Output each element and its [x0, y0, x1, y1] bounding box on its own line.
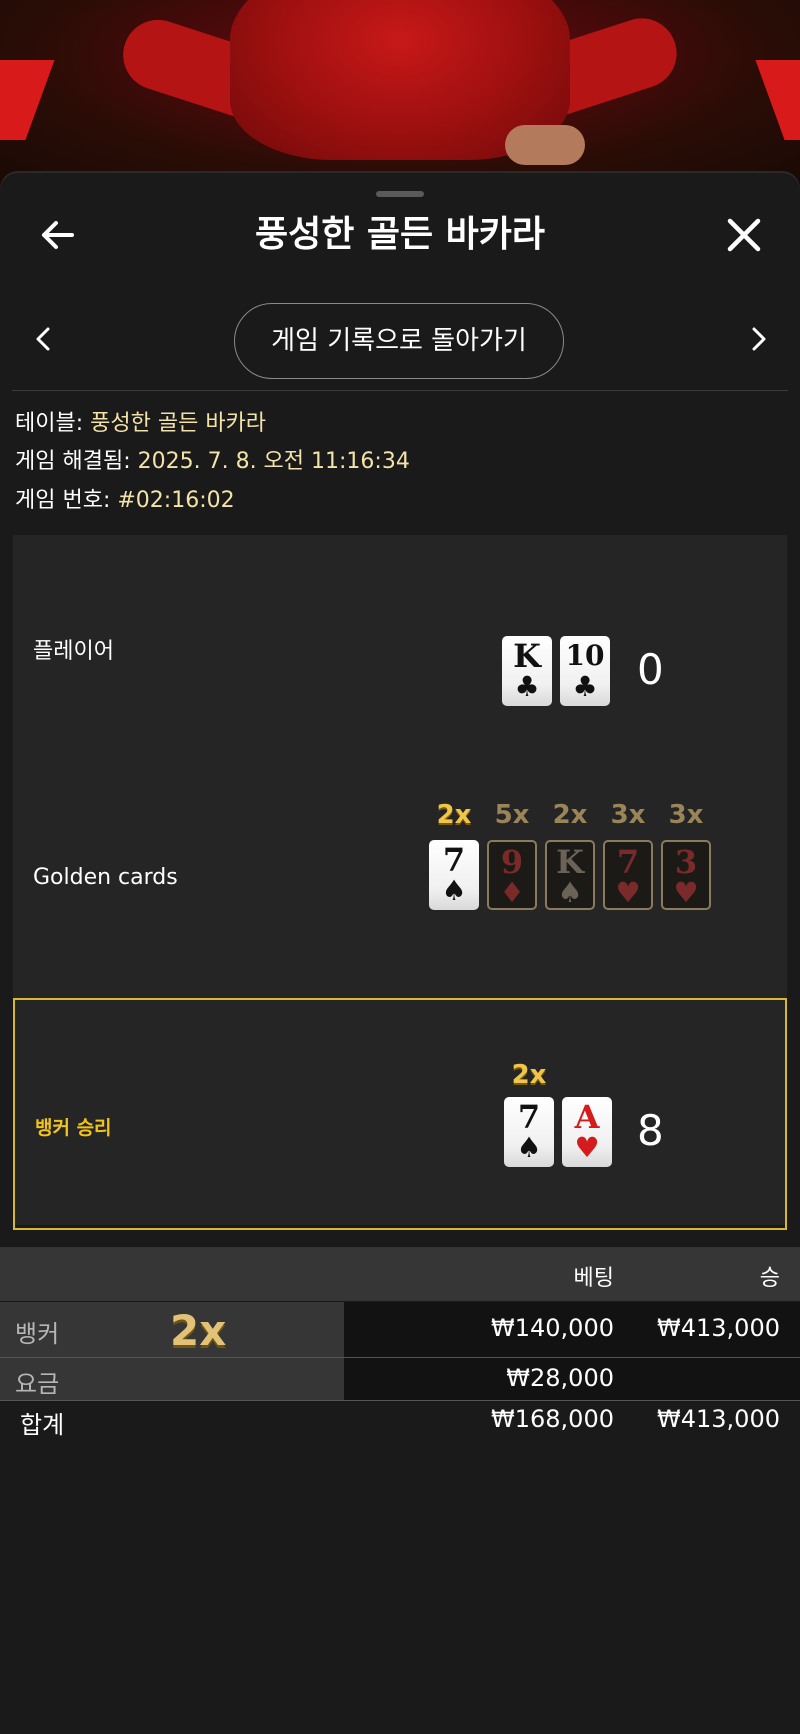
banker-card: A ♥ — [562, 1097, 612, 1167]
card-rank: 3 — [674, 843, 698, 881]
card-rank: 7 — [442, 841, 466, 879]
bet-name-cell: 뱅커 2x — [0, 1302, 344, 1357]
card-rank: 7 — [517, 1098, 541, 1136]
golden-card: 3 ♥ — [661, 840, 711, 910]
banker-winner-box: 뱅커 승리 2x 7 ♠ A ♥ 8 — [13, 998, 787, 1230]
bet-amount: ₩28,000 — [506, 1364, 614, 1392]
bet-table-header: 베팅 승 — [0, 1247, 800, 1301]
resolved-info: 게임 해결됨: 2025. 7. 8. 오전 11:16:34 — [15, 447, 410, 477]
round-result-panel: 플레이어 K ♣ 10 ♣ 0 Golden cards 2x 5x 2x 3x… — [13, 535, 787, 1230]
back-to-history-button[interactable]: 게임 기록으로 돌아가기 — [234, 303, 564, 379]
banker-score: 8 — [637, 1106, 664, 1155]
divider — [12, 390, 788, 391]
table-label: 테이블: — [15, 411, 84, 436]
dealer-hand — [505, 125, 585, 165]
golden-multiplier: 5x — [494, 800, 530, 830]
spade-icon: ♠ — [441, 874, 467, 907]
game-number-value: #02:16:02 — [117, 488, 235, 513]
page-title: 풍성한 골든 바카라 — [254, 214, 546, 255]
table-row: 뱅커 2x ₩140,000 ₩413,000 — [0, 1302, 800, 1358]
sheet-drag-handle[interactable] — [376, 191, 424, 197]
game-history-sheet: 풍성한 골든 바카라 게임 기록으로 돌아가기 테이블: 풍성한 골든 바카라 … — [0, 173, 800, 1734]
bet-multiplier: 2x — [170, 1306, 227, 1355]
heart-icon: ♥ — [574, 1131, 600, 1164]
total-label: 합계 — [20, 1411, 65, 1439]
bet-name-cell: 요금 — [0, 1358, 344, 1400]
golden-card: 9 ♦ — [487, 840, 537, 910]
golden-cards-label: Golden cards — [33, 865, 178, 890]
background-decor — [755, 60, 800, 140]
golden-multiplier: 3x — [610, 800, 646, 830]
bet-name: 요금 — [15, 1370, 60, 1398]
live-video-feed — [0, 0, 800, 185]
resolved-value: 2025. 7. 8. 오전 11:16:34 — [137, 449, 410, 474]
bet-amount: ₩140,000 — [491, 1314, 614, 1342]
table-value: 풍성한 골든 바카라 — [90, 411, 267, 436]
golden-card: 7 ♠ — [429, 840, 479, 910]
golden-multiplier: 2x — [552, 800, 588, 830]
total-win: ₩413,000 — [657, 1405, 780, 1433]
table-row: 요금 ₩28,000 — [0, 1358, 800, 1401]
golden-card: 7 ♥ — [603, 840, 653, 910]
spade-icon: ♠ — [557, 876, 583, 909]
card-rank: K — [513, 637, 541, 675]
chevron-right-icon[interactable] — [744, 321, 774, 357]
card-rank: 7 — [616, 843, 640, 881]
card-rank: 10 — [565, 639, 605, 672]
total-row: 합계 ₩168,000 ₩413,000 — [0, 1401, 800, 1451]
close-icon[interactable] — [722, 213, 766, 257]
heart-icon: ♥ — [615, 876, 641, 909]
arrow-left-icon[interactable] — [36, 213, 80, 257]
golden-multiplier: 2x — [436, 800, 472, 830]
chevron-left-icon[interactable] — [28, 321, 58, 357]
card-rank: A — [574, 1098, 600, 1136]
table-info: 테이블: 풍성한 골든 바카라 — [15, 409, 266, 439]
player-card: 10 ♣ — [560, 636, 610, 706]
diamond-icon: ♦ — [499, 876, 525, 909]
player-label: 플레이어 — [33, 639, 114, 664]
total-bet: ₩168,000 — [491, 1405, 614, 1433]
banker-card: 7 ♠ — [504, 1097, 554, 1167]
background-decor — [0, 60, 55, 140]
win-amount: ₩413,000 — [657, 1314, 780, 1342]
club-icon: ♣ — [514, 670, 540, 703]
game-number-info: 게임 번호: #02:16:02 — [15, 486, 235, 516]
card-rank: 9 — [500, 843, 524, 881]
player-card: K ♣ — [502, 636, 552, 706]
golden-card: K ♠ — [545, 840, 595, 910]
golden-multiplier: 3x — [668, 800, 704, 830]
card-rank: K — [556, 843, 584, 881]
heart-icon: ♥ — [673, 876, 699, 909]
banker-win-label: 뱅커 승리 — [35, 1117, 112, 1139]
player-score: 0 — [637, 645, 664, 694]
club-icon: ♣ — [572, 670, 598, 703]
resolved-label: 게임 해결됨: — [15, 449, 131, 474]
bet-name: 뱅커 — [15, 1320, 60, 1348]
spade-icon: ♠ — [516, 1131, 542, 1164]
win-column-header: 승 — [759, 1266, 780, 1291]
bet-column-header: 베팅 — [573, 1266, 614, 1291]
game-number-label: 게임 번호: — [15, 488, 111, 513]
banker-multiplier: 2x — [511, 1060, 547, 1090]
